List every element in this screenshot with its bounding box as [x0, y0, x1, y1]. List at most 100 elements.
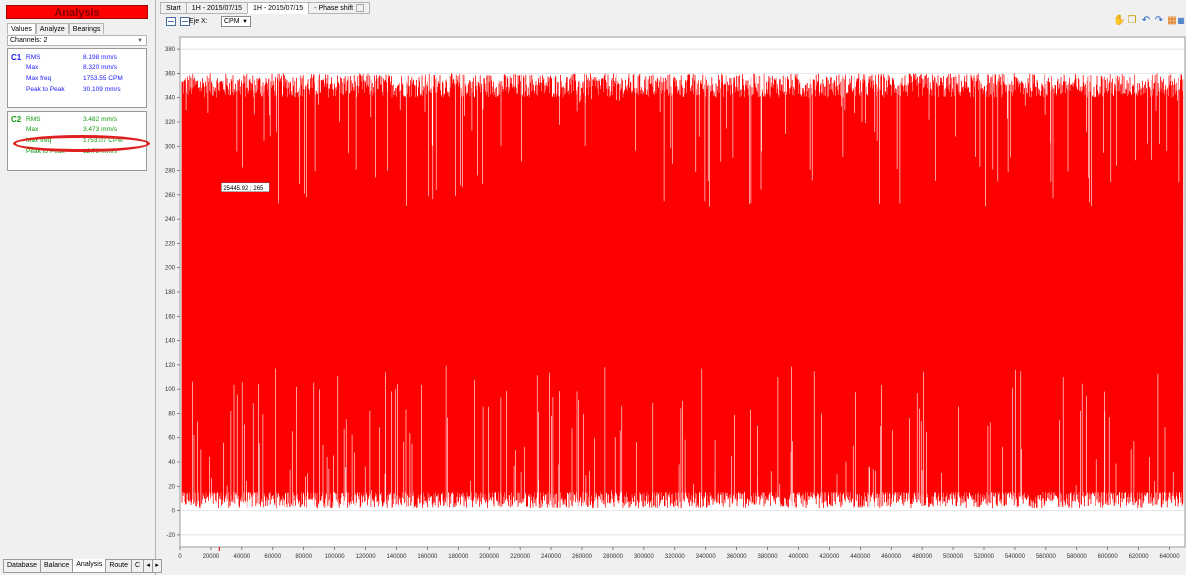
chart-area[interactable]: -20 0 20 40 60 80 100 120 140 160 180 200 220 240 260 2…	[160, 31, 1186, 575]
signal-chart[interactable]: -20 0 20 40 60 80 100 120 140 160 180 200 220 240 260 2…	[160, 31, 1186, 575]
y-tick-label: 280	[165, 169, 176, 175]
x-tick-label: 640000	[1160, 554, 1181, 560]
bottom-tabs: Database Balance Analysis Route C ◂ ▸	[3, 559, 163, 573]
chevron-down-icon: ▼	[242, 19, 248, 25]
stat-value: 12.73 mm/s	[83, 148, 117, 155]
stat-value: 8.320 mm/s	[83, 64, 117, 71]
y-tick-label: 260	[165, 193, 176, 199]
tab-start[interactable]: Start	[160, 2, 187, 14]
x-tick-label: 360000	[727, 554, 748, 560]
tab-analysis[interactable]: Analysis	[72, 559, 107, 573]
copy-icon[interactable]: ❐	[1127, 16, 1137, 26]
x-tick-label: 80000	[295, 554, 312, 560]
x-tick-label: 20000	[203, 554, 220, 560]
x-tick-label: 240000	[541, 554, 562, 560]
stat-value: 3.473 mm/s	[83, 126, 117, 133]
y-tick-label: 240	[165, 217, 176, 223]
tab-database[interactable]: Database	[3, 559, 41, 573]
x-tick-label: 420000	[819, 554, 840, 560]
tab-bearings[interactable]: Bearings	[68, 23, 105, 34]
x-axis-label: Eje X:	[189, 18, 208, 25]
x-tick-label: 160000	[417, 554, 438, 560]
y-tick-label: 60	[168, 436, 175, 442]
channels-label: Channels: 2	[10, 37, 48, 44]
x-tick-label: 520000	[974, 554, 995, 560]
stat-label: Max freq	[26, 137, 52, 144]
y-tick-label: 100	[165, 387, 176, 393]
y-tick-label: -20	[166, 533, 175, 539]
x-tick-label: 500000	[943, 554, 964, 560]
y-tick-label: 180	[165, 290, 176, 296]
x-tick-label: 300000	[634, 554, 655, 560]
stat-label: Peak to Peak	[26, 148, 65, 155]
stat-value: 1753.55 CPM	[83, 75, 123, 82]
redo-icon[interactable]: ↷	[1154, 16, 1164, 26]
stat-label: RMS	[26, 116, 41, 123]
y-tick-label: 340	[165, 96, 176, 102]
split-view-icon[interactable]	[166, 17, 176, 26]
x-tick-label: 560000	[1036, 554, 1057, 560]
x-tick-label: 40000	[234, 554, 251, 560]
tab-record-2[interactable]: 1H - 2015/07/15	[247, 2, 310, 14]
stat-value: 8.198 mm/s	[83, 54, 117, 61]
x-axis-unit-value: CPM	[224, 18, 240, 25]
y-tick-label: 320	[165, 120, 176, 126]
close-icon[interactable]	[356, 4, 365, 13]
chevron-down-icon: ▼	[137, 38, 143, 44]
stat-label: RMS	[26, 54, 41, 61]
stat-value: 1753.07 CPM	[83, 137, 123, 144]
x-tick-label: 380000	[758, 554, 779, 560]
undo-icon[interactable]: ↶	[1141, 16, 1151, 26]
channel-name: C1	[11, 53, 22, 62]
x-tick-label: 100000	[325, 554, 346, 560]
x-tick-label: 600000	[1098, 554, 1119, 560]
tab-phase-shift-label: - Phase shift	[314, 5, 354, 12]
y-tick-label: 0	[172, 509, 176, 515]
document-tabs: Start 1H - 2015/07/15 1H - 2015/07/15 - …	[160, 2, 371, 14]
x-tick-label: 480000	[912, 554, 933, 560]
channel-2-box: C2 RMS 3.482 mm/s Max 3.473 mm/s Max fre…	[7, 111, 147, 171]
x-tick-label: 440000	[850, 554, 871, 560]
tab-analyze[interactable]: Analyze	[35, 23, 69, 34]
hand-icon[interactable]: ✋	[1113, 16, 1125, 26]
channel-name: C2	[11, 115, 22, 124]
y-tick-label: 360	[165, 71, 176, 77]
left-panel: Analysis Values Analyze Bearings Channel…	[0, 0, 163, 575]
x-tick-label: 540000	[1005, 554, 1026, 560]
panel-title: Analysis	[6, 5, 148, 19]
y-tick-label: 80	[168, 411, 175, 417]
chart-toolbar	[160, 15, 1186, 29]
x-tick-label: 620000	[1129, 554, 1150, 560]
stat-value: 30.109 mm/s	[83, 86, 121, 93]
y-tick-label: 20	[168, 484, 175, 490]
tab-balance[interactable]: Balance	[39, 559, 74, 573]
grid-icon[interactable]: ▦	[1176, 16, 1186, 26]
y-tick-label: 160	[165, 314, 176, 320]
x-tick-label: 320000	[665, 554, 686, 560]
x-tick-label: 140000	[386, 554, 407, 560]
channel-1-box: C1 RMS 8.198 mm/s Max 8.320 mm/s Max fre…	[7, 48, 147, 108]
stat-label: Max freq	[26, 75, 52, 82]
y-tick-label: 200	[165, 266, 176, 272]
y-tick-label: 140	[165, 339, 176, 345]
stat-label: Max	[26, 64, 39, 71]
x-tick-label: 60000	[264, 554, 281, 560]
stat-value: 3.482 mm/s	[83, 116, 117, 123]
channels-select[interactable]: Channels: 2 ▼	[7, 35, 147, 46]
x-tick-label: 180000	[448, 554, 469, 560]
tab-phase-shift[interactable]: - Phase shift	[308, 2, 371, 14]
stat-label: Max	[26, 126, 39, 133]
x-tick-label: 120000	[356, 554, 377, 560]
tab-record-1[interactable]: 1H - 2015/07/15	[185, 2, 248, 14]
x-tick-label: 0	[178, 554, 182, 560]
panel-tabs: Values Analyze Bearings	[7, 23, 105, 34]
x-axis-unit-select[interactable]: CPM ▼	[221, 16, 251, 27]
tab-route[interactable]: Route	[105, 559, 133, 573]
x-tick-label: 220000	[510, 554, 531, 560]
annotation-label: 25445.92 ; 265	[223, 186, 264, 192]
x-tick-label: 400000	[788, 554, 809, 560]
x-tick-label: 580000	[1067, 554, 1088, 560]
x-tick-label: 340000	[696, 554, 717, 560]
tab-values[interactable]: Values	[7, 23, 36, 34]
x-tick-label: 280000	[603, 554, 624, 560]
